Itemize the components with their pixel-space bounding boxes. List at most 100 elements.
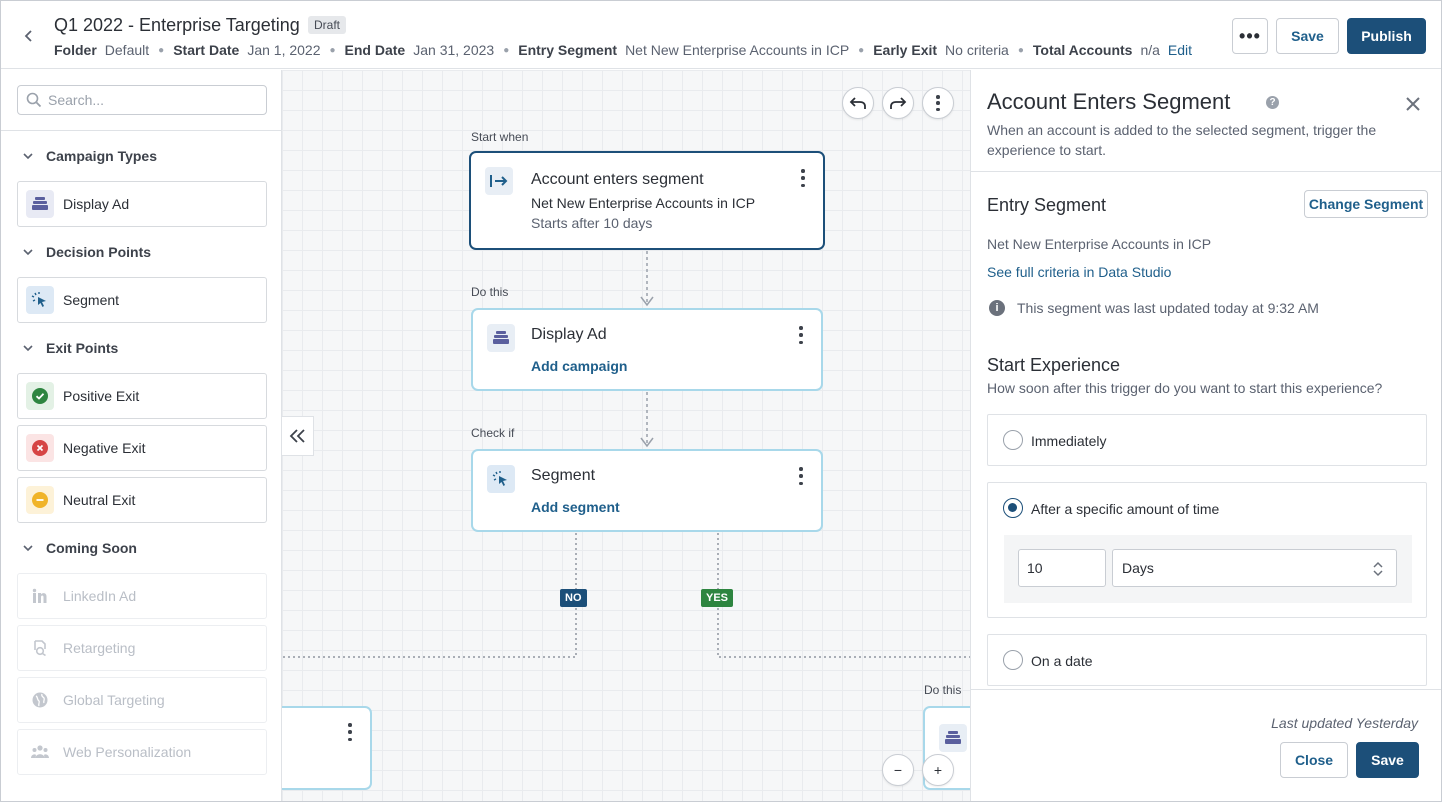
meta-separator: ●: [1017, 44, 1024, 56]
back-button[interactable]: [19, 25, 39, 47]
meta-separator: ●: [329, 44, 336, 56]
publish-button[interactable]: Publish: [1347, 18, 1426, 54]
option-after-time[interactable]: After a specific amount of time Days: [987, 482, 1427, 618]
add-segment-link[interactable]: Add segment: [531, 499, 620, 515]
delay-unit-select[interactable]: Days: [1112, 549, 1397, 587]
close-button[interactable]: Close: [1280, 742, 1348, 778]
select-arrows-icon: [1373, 561, 1383, 577]
option-on-date[interactable]: On a date: [987, 634, 1427, 686]
search-box[interactable]: [17, 85, 267, 115]
segment-update-info: i This segment was last updated today at…: [987, 300, 1319, 316]
meta-separator: ●: [503, 44, 510, 56]
chevron-down-icon: [23, 249, 33, 256]
meta-key-start-date: Start Date: [173, 42, 240, 58]
option-label: Immediately: [1031, 433, 1107, 449]
search-icon: [26, 92, 42, 108]
meta-key-entry-segment: Entry Segment: [518, 42, 618, 58]
branch-yes-tag: YES: [701, 589, 734, 607]
panel-description: When an account is added to the selected…: [987, 122, 1377, 158]
save-button[interactable]: Save: [1276, 18, 1339, 54]
step-label-start-when: Start when: [471, 130, 529, 144]
panel-save-button[interactable]: Save: [1356, 742, 1419, 778]
radio-immediately[interactable]: [1003, 430, 1023, 450]
trigger-settings-panel: Account Enters Segment ? When an account…: [970, 70, 1441, 801]
option-label: On a date: [1031, 653, 1093, 669]
section-label: Decision Points: [46, 244, 152, 260]
zoom-out-button[interactable]: −: [882, 754, 914, 786]
meta-key-early-exit: Early Exit: [873, 42, 938, 58]
close-icon[interactable]: [1403, 94, 1423, 114]
sidebar-item-segment[interactable]: Segment: [17, 277, 267, 323]
meta-value-folder: Default: [104, 42, 150, 58]
redo-icon: [890, 97, 907, 109]
section-decision-points[interactable]: Decision Points: [21, 244, 151, 260]
sidebar-item-retargeting: Retargeting: [17, 625, 267, 671]
start-experience-heading: Start Experience: [987, 355, 1121, 375]
sidebar-item-neutral-exit[interactable]: Neutral Exit: [17, 477, 267, 523]
node-menu-button[interactable]: [346, 723, 354, 741]
node-menu-button[interactable]: [799, 169, 807, 187]
search-input[interactable]: [48, 90, 258, 110]
node-segment[interactable]: Segment Add segment: [471, 449, 823, 532]
collapse-sidebar-button[interactable]: [282, 416, 314, 456]
sidebar-item-display-ad[interactable]: Display Ad: [17, 181, 267, 227]
help-icon[interactable]: ?: [1266, 96, 1279, 109]
chevron-left-icon: [24, 30, 32, 42]
more-options-button[interactable]: •••: [1232, 18, 1268, 54]
minus-circle-icon: [26, 486, 54, 514]
node-title: Account enters segment: [531, 171, 704, 188]
delay-unit-value: Days: [1122, 560, 1154, 576]
node-account-enters-segment[interactable]: Account enters segment Net New Enterpris…: [469, 151, 825, 250]
step-label-check-if: Check if: [471, 426, 515, 440]
node-menu-button[interactable]: [797, 326, 805, 344]
zoom-in-button[interactable]: +: [922, 754, 954, 786]
component-sidebar: Campaign Types Display Ad Decision Point…: [1, 70, 282, 801]
add-campaign-link[interactable]: Add campaign: [531, 358, 627, 374]
option-immediately[interactable]: Immediately: [987, 414, 1427, 466]
canvas-options-button[interactable]: [922, 87, 954, 119]
check-circle-icon: [26, 382, 54, 410]
radio-on-date[interactable]: [1003, 650, 1023, 670]
last-updated-text: Last updated Yesterday: [1271, 715, 1418, 731]
meta-separator: ●: [858, 44, 865, 56]
node-menu-button[interactable]: [797, 467, 805, 485]
meta-value-entry-segment: Net New Enterprise Accounts in ICP: [625, 42, 850, 58]
undo-button[interactable]: [842, 87, 874, 119]
divider: [971, 171, 1441, 172]
node-no-branch-partial[interactable]: [282, 706, 372, 790]
item-label: Display Ad: [63, 196, 130, 212]
meta-value-end-date: Jan 31, 2023: [413, 42, 495, 58]
delay-amount-input[interactable]: [1018, 549, 1106, 587]
segment-name: Net New Enterprise Accounts in ICP: [987, 236, 1212, 252]
redo-button[interactable]: [882, 87, 914, 119]
app-window: Q1 2022 - Enterprise Targeting Draft Fol…: [0, 0, 1442, 802]
step-label-do-this: Do this: [471, 285, 509, 299]
node-title: Segment: [531, 467, 596, 484]
chevron-down-icon: [23, 545, 33, 552]
section-exit-points[interactable]: Exit Points: [21, 340, 118, 356]
step-label-do-this-yes: Do this: [924, 683, 962, 697]
section-coming-soon[interactable]: Coming Soon: [21, 540, 137, 556]
full-criteria-link[interactable]: See full criteria in Data Studio: [987, 264, 1171, 280]
x-circle-icon: [26, 434, 54, 462]
node-display-ad[interactable]: Display Ad Add campaign: [471, 308, 823, 391]
meta-value-early-exit: No criteria: [945, 42, 1009, 58]
node-title: Display Ad: [531, 326, 607, 343]
item-label: Positive Exit: [63, 388, 140, 404]
sidebar-item-negative-exit[interactable]: Negative Exit: [17, 425, 267, 471]
section-label: Exit Points: [46, 340, 119, 356]
change-segment-button[interactable]: Change Segment: [1304, 190, 1428, 218]
campaign-header: Q1 2022 - Enterprise Targeting Draft Fol…: [1, 1, 1441, 69]
campaign-meta: Folder Default ● Start Date Jan 1, 2022 …: [54, 42, 1192, 58]
edit-link[interactable]: Edit: [1168, 42, 1192, 58]
radio-after-time[interactable]: [1003, 498, 1023, 518]
sidebar-item-web-personalization: Web Personalization: [17, 729, 267, 775]
sidebar-item-positive-exit[interactable]: Positive Exit: [17, 373, 267, 419]
start-experience-question: How soon after this trigger do you want …: [987, 380, 1383, 396]
page-title: Q1 2022 - Enterprise Targeting: [54, 15, 300, 35]
display-ad-icon: [487, 324, 515, 352]
journey-canvas[interactable]: Start when Account enters segment Net Ne…: [282, 70, 970, 801]
divider: [1, 130, 281, 131]
meta-key-total-accounts: Total Accounts: [1032, 42, 1133, 58]
section-campaign-types[interactable]: Campaign Types: [21, 148, 157, 164]
